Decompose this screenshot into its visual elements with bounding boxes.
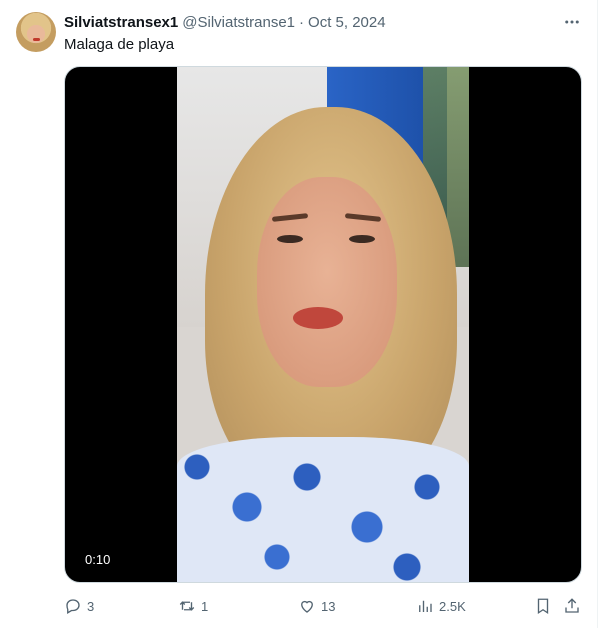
like-button[interactable]: 13 (298, 594, 335, 618)
repost-count: 1 (201, 598, 209, 614)
bookmark-button[interactable] (534, 594, 552, 618)
views-button[interactable]: 2.5K (416, 594, 466, 618)
separator-dot: · (299, 13, 305, 31)
share-icon (565, 598, 579, 613)
heart-icon (301, 600, 313, 613)
reply-count: 3 (87, 598, 95, 614)
tweet-header: Silviatstransex1 @Silviatstranse1 · Oct … (64, 12, 386, 32)
bookmark-icon (537, 598, 549, 615)
reply-icon (66, 599, 80, 614)
action-bar: 3 1 13 2.5K (64, 594, 582, 618)
tweet-date[interactable]: Oct 5, 2024 (308, 14, 386, 31)
author-handle[interactable]: @Silviatstranse1 (182, 14, 295, 31)
tweet[interactable]: Silviatstransex1 @Silviatstranse1 · Oct … (0, 0, 598, 628)
video-frame (177, 67, 469, 582)
avatar[interactable] (16, 12, 56, 52)
more-horizontal-icon (565, 20, 579, 24)
video-player[interactable]: 0:10 (64, 66, 582, 583)
repost-button[interactable]: 1 (178, 594, 208, 618)
views-count: 2.5K (439, 598, 466, 614)
more-options-button[interactable] (561, 12, 583, 32)
video-duration: 0:10 (77, 549, 119, 571)
like-count: 13 (321, 598, 336, 614)
share-button[interactable] (563, 594, 581, 618)
repost-icon (179, 601, 195, 611)
author-name[interactable]: Silviatstransex1 (64, 14, 178, 31)
analytics-icon (419, 600, 432, 612)
reply-button[interactable]: 3 (64, 594, 94, 618)
tweet-text: Malaga de playa (64, 36, 175, 53)
